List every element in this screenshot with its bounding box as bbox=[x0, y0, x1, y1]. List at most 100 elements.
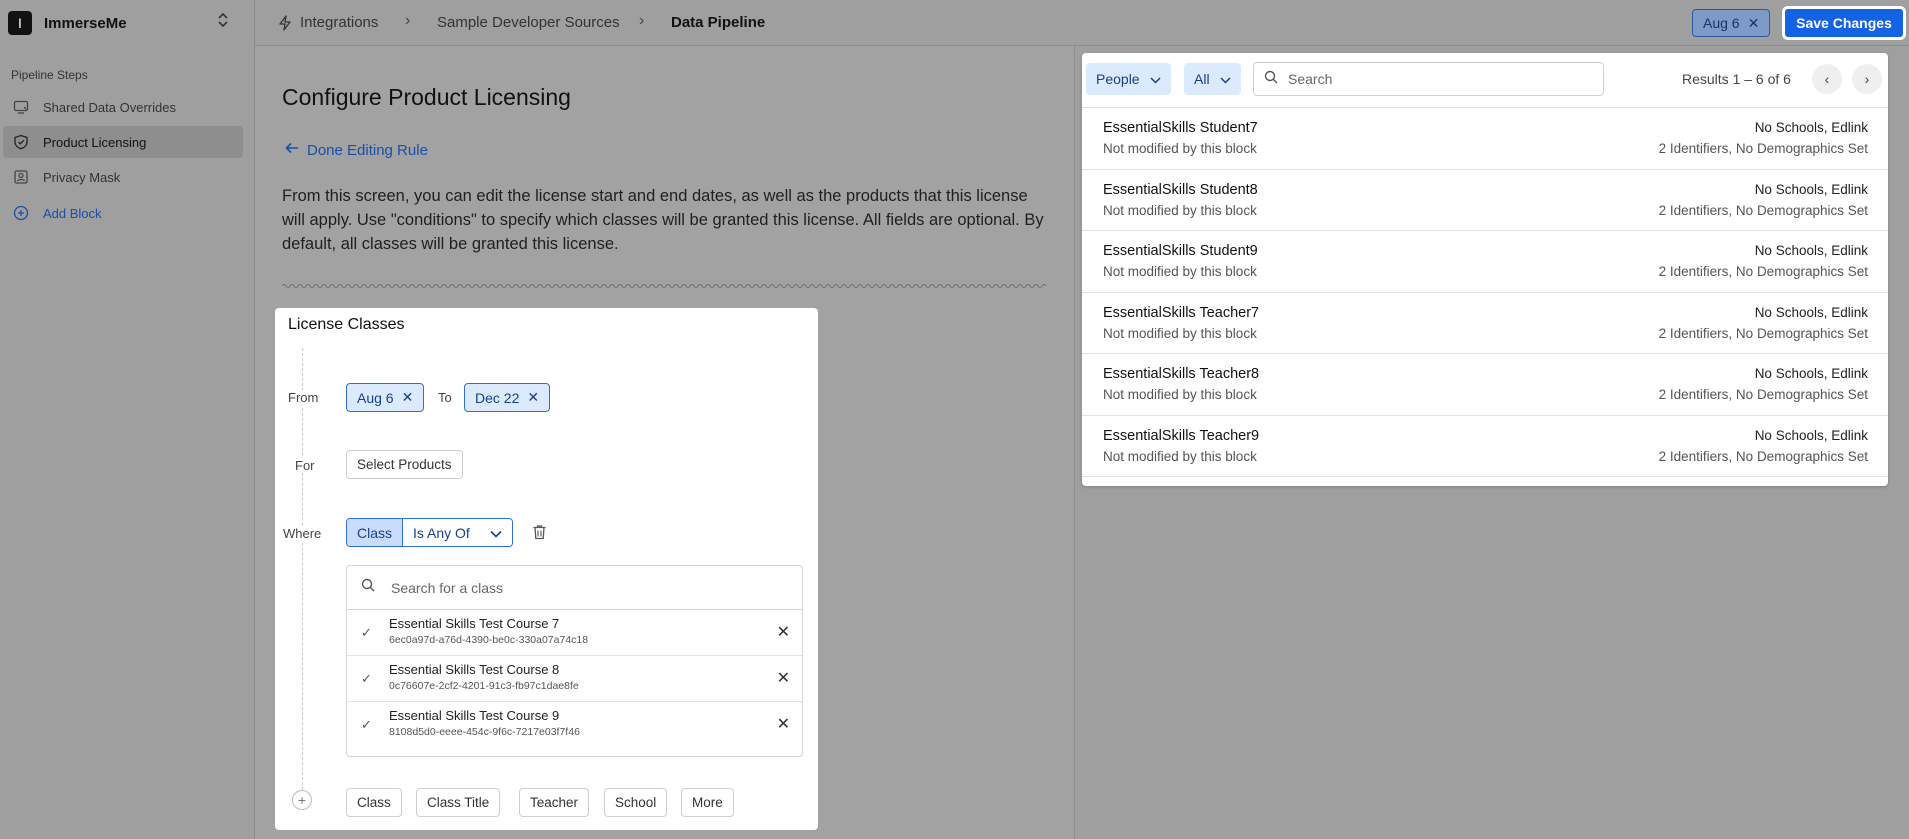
arrow-left-icon bbox=[285, 141, 299, 159]
sidebar-item-label: Privacy Mask bbox=[43, 169, 121, 185]
class-picker: Search for a class ✓ Essential Skills Te… bbox=[346, 565, 803, 757]
end-date-chip[interactable]: Dec 22 ✕ bbox=[464, 383, 551, 412]
close-icon[interactable]: ✕ bbox=[527, 389, 539, 406]
entity-dropdown-label: People bbox=[1096, 71, 1140, 87]
people-search-field[interactable]: Search bbox=[1253, 62, 1604, 96]
entity-dropdown[interactable]: People bbox=[1086, 63, 1171, 95]
prev-page-icon[interactable]: ‹ bbox=[1812, 64, 1842, 94]
add-block-button[interactable]: Add Block bbox=[3, 197, 243, 229]
person-name: EssentialSkills Student7 bbox=[1103, 120, 1258, 136]
check-icon: ✓ bbox=[361, 671, 372, 686]
sidebar-item-label: Add Block bbox=[43, 205, 102, 221]
card-title: License Classes bbox=[288, 316, 405, 333]
filter-more-button[interactable]: More bbox=[681, 788, 734, 817]
person-name: EssentialSkills Teacher9 bbox=[1103, 427, 1260, 444]
for-label: For bbox=[295, 458, 315, 473]
person-meta: 2 Identifiers, No Demographics Set bbox=[1658, 141, 1868, 156]
end-date-value: Dec 22 bbox=[475, 389, 520, 406]
chevron-down-icon bbox=[1150, 71, 1161, 87]
license-classes-card: License Classes From Aug 6 ✕ To Dec 22 ✕… bbox=[275, 308, 818, 830]
person-status: Not modified by this block bbox=[1103, 448, 1257, 464]
chevron-down-icon bbox=[490, 525, 502, 541]
person-name: EssentialSkills Teacher7 bbox=[1103, 304, 1260, 321]
date-filter-label: Aug 6 bbox=[1703, 15, 1740, 31]
where-label: Where bbox=[283, 526, 322, 541]
date-filter-chip[interactable]: Aug 6 ✕ bbox=[1692, 9, 1771, 37]
class-id: 0c76607e-2cf2-4201-91c3-fb97c1dae8fe bbox=[389, 680, 579, 692]
page-description: From this screen, you can edit the licen… bbox=[282, 187, 1044, 253]
class-id: 6ec0a97d-a76d-4390-be0c-330a07a74c18 bbox=[389, 634, 589, 646]
divider bbox=[282, 284, 1047, 288]
org-switcher[interactable]: I ImmerseMe bbox=[8, 10, 248, 36]
filter-class-button[interactable]: Class bbox=[346, 788, 402, 817]
condition-operator-label: Is Any Of bbox=[413, 524, 470, 541]
class-search-placeholder: Search for a class bbox=[391, 579, 504, 596]
from-label: From bbox=[288, 390, 319, 405]
filter-class-title-button[interactable]: Class Title bbox=[416, 788, 501, 817]
sidebar: I ImmerseMe Pipeline Steps Shared Data O… bbox=[0, 0, 255, 839]
search-icon bbox=[361, 578, 375, 597]
table-row[interactable]: EssentialSkills Teacher7 Not modified by… bbox=[1082, 293, 1888, 354]
person-status: Not modified by this block bbox=[1103, 264, 1257, 279]
pipeline-steps-heading: Pipeline Steps bbox=[11, 68, 88, 82]
add-condition-icon[interactable]: + bbox=[292, 790, 312, 810]
filter-school-button[interactable]: School bbox=[604, 788, 668, 817]
org-name: ImmerseMe bbox=[44, 14, 127, 32]
table-row[interactable]: EssentialSkills Student9 Not modified by… bbox=[1082, 231, 1888, 293]
privacy-icon bbox=[13, 169, 29, 185]
results-toolbar: People All Search Results 1 – 6 of 6 ‹ › bbox=[1082, 53, 1888, 108]
person-name: EssentialSkills Teacher8 bbox=[1103, 366, 1260, 382]
plus-circle-icon bbox=[13, 205, 29, 221]
close-icon[interactable]: ✕ bbox=[1748, 15, 1760, 32]
done-editing-label: Done Editing Rule bbox=[307, 141, 428, 159]
chevron-up-down-icon[interactable] bbox=[218, 12, 228, 28]
org-logo: I bbox=[8, 11, 32, 35]
person-status: Not modified by this block bbox=[1103, 387, 1257, 402]
person-meta: 2 Identifiers, No Demographics Set bbox=[1658, 264, 1868, 279]
sidebar-item-product-licensing[interactable]: Product Licensing bbox=[3, 126, 243, 158]
close-icon[interactable]: ✕ bbox=[777, 714, 790, 734]
table-row[interactable]: EssentialSkills Student8 Not modified by… bbox=[1082, 170, 1888, 231]
class-title: Essential Skills Test Course 8 bbox=[389, 662, 560, 677]
class-search-field[interactable]: Search for a class bbox=[347, 566, 802, 610]
table-row[interactable]: EssentialSkills Teacher9 Not modified by… bbox=[1082, 416, 1888, 477]
filter-teacher-button[interactable]: Teacher bbox=[519, 788, 590, 817]
select-products-button[interactable]: Select Products bbox=[346, 450, 463, 479]
close-icon[interactable]: ✕ bbox=[777, 622, 790, 642]
start-date-chip[interactable]: Aug 6 ✕ bbox=[346, 383, 425, 412]
table-row[interactable]: EssentialSkills Student7 Not modified by… bbox=[1082, 108, 1888, 170]
class-title: Essential Skills Test Course 7 bbox=[389, 616, 560, 631]
person-schools: No Schools, Edlink bbox=[1754, 366, 1868, 381]
results-count: Results 1 – 6 of 6 bbox=[1682, 71, 1791, 87]
person-name: EssentialSkills Student9 bbox=[1103, 243, 1258, 259]
sidebar-item-label: Product Licensing bbox=[43, 134, 147, 150]
chevron-right-icon: › bbox=[405, 12, 411, 29]
close-icon[interactable]: ✕ bbox=[402, 389, 414, 406]
to-label: To bbox=[438, 390, 452, 405]
sidebar-item-label: Shared Data Overrides bbox=[43, 99, 176, 115]
person-name: EssentialSkills Student8 bbox=[1103, 181, 1258, 198]
sidebar-item-shared-data-overrides[interactable]: Shared Data Overrides bbox=[3, 91, 243, 123]
list-item: ✓ Essential Skills Test Course 7 6ec0a97… bbox=[347, 610, 802, 656]
close-icon[interactable]: ✕ bbox=[777, 668, 790, 688]
trash-icon[interactable] bbox=[532, 524, 547, 545]
search-icon bbox=[1264, 70, 1278, 89]
breadcrumb-sample-developer-sources[interactable]: Sample Developer Sources bbox=[437, 14, 620, 31]
condition-selector[interactable]: Class Is Any Of bbox=[346, 518, 513, 547]
person-schools: No Schools, Edlink bbox=[1754, 120, 1868, 135]
results-panel: People All Search Results 1 – 6 of 6 ‹ ›… bbox=[1082, 53, 1888, 486]
breadcrumb-integrations[interactable]: Integrations bbox=[300, 14, 378, 31]
condition-field[interactable]: Class bbox=[347, 519, 404, 546]
save-changes-button[interactable]: Save Changes bbox=[1782, 6, 1906, 40]
person-meta: 2 Identifiers, No Demographics Set bbox=[1658, 325, 1868, 341]
filter-dropdown[interactable]: All bbox=[1184, 63, 1241, 95]
table-row[interactable]: EssentialSkills Teacher8 Not modified by… bbox=[1082, 354, 1888, 416]
person-meta: 2 Identifiers, No Demographics Set bbox=[1658, 202, 1868, 218]
chevron-right-icon: › bbox=[639, 12, 645, 29]
person-schools: No Schools, Edlink bbox=[1754, 304, 1868, 320]
condition-operator-dropdown[interactable]: Is Any Of bbox=[403, 519, 512, 546]
start-date-value: Aug 6 bbox=[357, 389, 394, 406]
sidebar-item-privacy-mask[interactable]: Privacy Mask bbox=[3, 161, 243, 193]
done-editing-link[interactable]: Done Editing Rule bbox=[285, 141, 428, 159]
next-page-icon[interactable]: › bbox=[1852, 64, 1882, 94]
